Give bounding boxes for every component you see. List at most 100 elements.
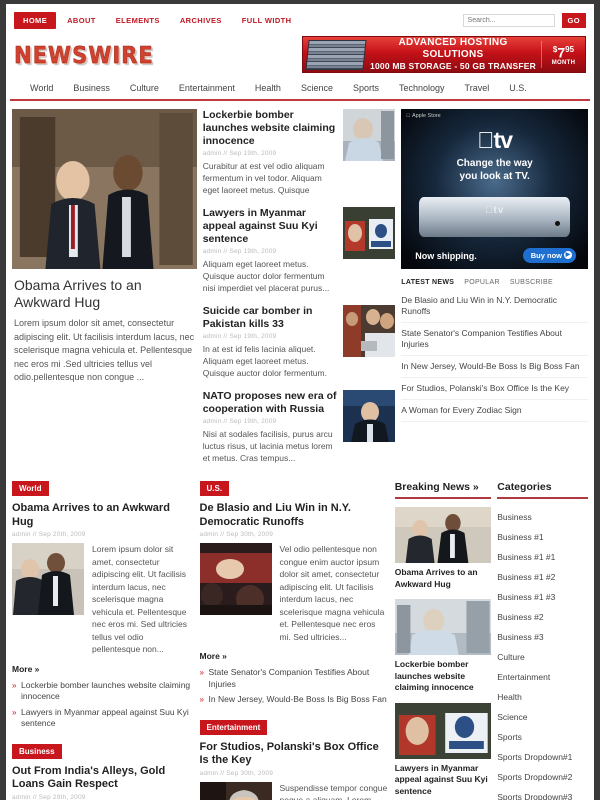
news-title[interactable]: Lockerbie bomber launches website claimi…	[203, 109, 338, 148]
breaking-news-item[interactable]: Obama Arrives to an Awkward Hug	[394, 507, 492, 590]
more-heading[interactable]: More »	[200, 651, 389, 661]
catnav-item-travel[interactable]: Travel	[455, 81, 500, 95]
article-row: Vel odio pellentesque non congue enim au…	[199, 543, 389, 643]
breaking-news-title[interactable]: Lawyers in Myanmar appeal against Suu Ky…	[395, 763, 492, 798]
photo-pakistan-bombing-crowd	[343, 305, 396, 357]
category-badge-entertainment[interactable]: Entertainment	[199, 719, 268, 735]
article-excerpt: Suspendisse tempor congue neque a aliqua…	[279, 782, 388, 800]
catnav-item-culture[interactable]: Culture	[120, 81, 169, 95]
breaking-news-title[interactable]: Lockerbie bomber launches website claimi…	[395, 659, 492, 694]
site-logo[interactable]: NEWSWIRE	[14, 41, 154, 68]
article-title[interactable]: De Blasio and Liu Win in N.Y. Democratic…	[200, 502, 389, 529]
list-item[interactable]: In New Jersey, Would-Be Boss Is Big Boss…	[200, 692, 389, 708]
primary-nav: HOME ABOUT ELEMENTS ARCHIVES FULL WIDTH	[14, 11, 301, 29]
list-item[interactable]: Business #3	[497, 627, 588, 647]
nav-item-home[interactable]: HOME	[14, 11, 57, 29]
news-thumbnail[interactable]	[343, 390, 396, 442]
breaking-news-title[interactable]: Obama Arrives to an Awkward Hug	[395, 567, 492, 590]
apple-tv-ad[interactable]:  Apple Store tv Change the way you loo…	[401, 109, 588, 269]
apple-store-label:  Apple Store	[406, 113, 440, 119]
list-item[interactable]: A Woman for Every Zodiac Sign	[401, 400, 588, 422]
midnews-column: Lockerbie bomber launches website claimi…	[203, 109, 396, 475]
news-thumbnail[interactable]	[343, 305, 396, 357]
list-item[interactable]: Lawyers in Myanmar appeal against Suu Ky…	[12, 705, 194, 732]
ad-subline: 1000 MB STORAGE - 50 GB TRANSFER	[370, 61, 536, 71]
list-item[interactable]: State Senator's Companion Testifies Abou…	[401, 323, 588, 356]
catnav-item-world[interactable]: World	[20, 81, 63, 95]
nav-item-full-width[interactable]: FULL WIDTH	[233, 12, 301, 29]
list-item[interactable]: Science	[497, 707, 588, 727]
breaking-news-image	[394, 599, 492, 655]
article-excerpt: Vel odio pellentesque non congue enim au…	[279, 544, 385, 642]
category-badge-business[interactable]: Business	[12, 743, 62, 759]
news-list-item[interactable]: Suicide car bomber in Pakistan kills 33 …	[203, 305, 396, 379]
list-item[interactable]: For Studios, Polanski's Box Office Is th…	[401, 378, 588, 400]
article-row: Lorem ipsum dolor sit amet, consectetur …	[12, 543, 194, 656]
list-item[interactable]: Sports	[497, 727, 588, 747]
list-item[interactable]: Sports Dropdown#3	[497, 787, 588, 800]
list-item[interactable]: Lockerbie bomber launches website claimi…	[12, 678, 194, 705]
top-bar: HOME ABOUT ELEMENTS ARCHIVES FULL WIDTH …	[6, 4, 594, 34]
list-item[interactable]: Health	[497, 687, 588, 707]
article-title[interactable]: For Studios, Polanski's Box Office Is th…	[200, 741, 389, 768]
catnav-item-health[interactable]: Health	[245, 81, 291, 95]
breaking-news-item[interactable]: Lawyers in Myanmar appeal against Suu Ky…	[394, 702, 492, 798]
feature-image[interactable]	[12, 109, 197, 269]
news-meta: admin // Sep 19th, 2009	[202, 150, 277, 157]
news-list-item[interactable]: Lawyers in Myanmar appeal against Suu Ky…	[203, 207, 396, 294]
right-column:  Apple Store tv Change the way you loo…	[401, 109, 588, 475]
article-image[interactable]	[199, 781, 272, 800]
search-input[interactable]	[462, 13, 555, 27]
catnav-item-sports[interactable]: Sports	[343, 81, 389, 95]
news-list-item[interactable]: NATO proposes new era of cooperation wit…	[203, 390, 396, 464]
photo-lockerbie-hospital-bed	[343, 109, 396, 161]
nav-item-elements[interactable]: ELEMENTS	[107, 12, 169, 29]
tagline-line1: Change the way	[456, 158, 533, 169]
news-title[interactable]: Lawyers in Myanmar appeal against Suu Ky…	[203, 207, 338, 246]
apple-tv-tagline: Change the way you look at TV.	[401, 157, 588, 183]
list-item[interactable]: De Blasio and Liu Win in N.Y. Democratic…	[401, 290, 588, 323]
more-heading[interactable]: More »	[12, 664, 194, 674]
nav-item-archives[interactable]: ARCHIVES	[171, 12, 231, 29]
news-thumbnail[interactable]	[343, 109, 396, 161]
list-item[interactable]: Culture	[497, 647, 588, 667]
tab-popular[interactable]: POPULAR	[464, 279, 500, 286]
breaking-news-item[interactable]: Lockerbie bomber launches website claimi…	[394, 599, 492, 694]
apple-tv-buy-button[interactable]: Buy now	[522, 248, 576, 263]
article-title[interactable]: Obama Arrives to an Awkward Hug	[12, 502, 194, 529]
list-item[interactable]: Sports Dropdown#2	[497, 767, 588, 787]
catnav-item-business[interactable]: Business	[63, 81, 120, 95]
catnav-item-technology[interactable]: Technology	[389, 81, 455, 95]
list-item[interactable]: Entertainment	[497, 667, 588, 687]
tab-subscribe[interactable]: SUBSCRIBE	[510, 279, 553, 286]
list-item[interactable]: Business #1	[497, 527, 588, 547]
catnav-item-entertainment[interactable]: Entertainment	[169, 81, 245, 95]
article-image[interactable]	[199, 543, 272, 615]
category-badge-world[interactable]: World	[12, 481, 49, 496]
feature-title[interactable]: Obama Arrives to an Awkward Hug	[14, 277, 195, 311]
nav-item-about[interactable]: ABOUT	[58, 12, 105, 29]
news-title[interactable]: NATO proposes new era of cooperation wit…	[203, 390, 338, 416]
catnav-item-science[interactable]: Science	[291, 81, 343, 95]
list-item[interactable]: Business	[497, 507, 588, 527]
article-image[interactable]	[12, 543, 84, 615]
search-go-button[interactable]: GO	[561, 12, 586, 28]
hosting-ad-banner[interactable]: ADVANCED HOSTING SOLUTIONS 1000 MB STORA…	[302, 36, 586, 73]
article-title[interactable]: Out From India's Alleys, Gold Loans Gain…	[12, 765, 194, 792]
lower-section: World Obama Arrives to an Awkward Hug ad…	[6, 475, 594, 800]
apple-tv-device-image	[419, 197, 570, 237]
news-title[interactable]: Suicide car bomber in Pakistan kills 33	[203, 305, 338, 331]
news-list-item[interactable]: Lockerbie bomber launches website claimi…	[203, 109, 396, 196]
category-badge-us[interactable]: U.S.	[199, 481, 230, 496]
list-item[interactable]: Business #1 #2	[497, 567, 588, 587]
catnav-item-us[interactable]: U.S.	[499, 81, 537, 95]
news-thumbnail[interactable]	[343, 207, 396, 259]
search-area: GO	[462, 12, 586, 28]
list-item[interactable]: State Senator's Companion Testifies Abou…	[200, 665, 389, 692]
list-item[interactable]: Sports Dropdown#1	[497, 747, 588, 767]
list-item[interactable]: Business #1 #1	[497, 547, 588, 567]
list-item[interactable]: In New Jersey, Would-Be Boss Is Big Boss…	[401, 356, 588, 378]
list-item[interactable]: Business #1 #3	[497, 587, 588, 607]
tab-latest-news[interactable]: LATEST NEWS	[401, 279, 454, 286]
list-item[interactable]: Business #2	[497, 607, 588, 627]
